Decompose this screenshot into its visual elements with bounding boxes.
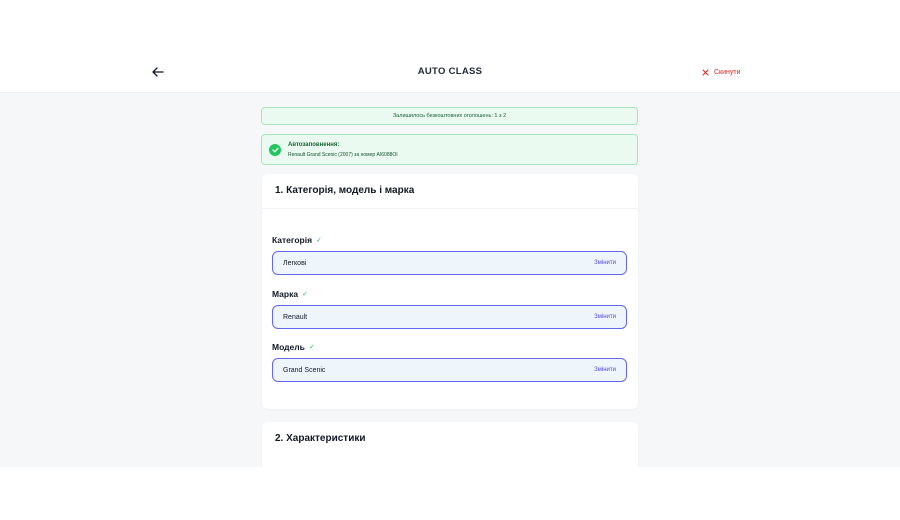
autofill-text: Renault Grand Scenic (2007) за номер AI6…: [288, 152, 398, 158]
brand-label: Марка ✓: [272, 289, 308, 299]
brand-value: Renault: [283, 314, 308, 321]
check-icon: ✓: [302, 291, 308, 298]
change-model-button[interactable]: Змінити: [594, 367, 616, 373]
change-brand-button[interactable]: Змінити: [594, 314, 616, 320]
close-icon: [702, 69, 709, 75]
reset-button[interactable]: Скинути: [702, 65, 741, 79]
top-bar: AUTO CLASS Скинути: [0, 52, 900, 93]
brand-field[interactable]: Renault Змінити: [272, 305, 627, 329]
section-header: 2. Характеристики: [262, 422, 638, 456]
free-listings-banner: Залишилось безкоштовних оголошень: 1 з 2: [261, 107, 638, 125]
model-value: Grand Scenic: [283, 367, 326, 374]
app-shell: AUTO CLASS Скинути Залишилось безкоштовн…: [0, 52, 900, 467]
section-header: 1. Категорія, модель і марка: [262, 174, 638, 209]
model-label: Модель ✓: [272, 342, 315, 352]
section-title: 2. Характеристики: [275, 433, 366, 444]
page-title: AUTO CLASS: [417, 66, 483, 77]
check-icon: ✓: [308, 344, 315, 351]
change-category-button[interactable]: Змінити: [594, 260, 616, 266]
category-label: Категорія ✓: [272, 235, 322, 245]
category-field[interactable]: Легкові Змінити: [272, 251, 627, 275]
section-title: 1. Категорія, модель і марка: [275, 185, 415, 196]
section-category-model-brand: 1. Категорія, модель і марка Категорія ✓…: [262, 174, 638, 409]
autofill-banner: Автозаповнення: Renault Grand Scenic (20…: [261, 134, 638, 165]
free-listings-text: Залишилось безкоштовних оголошень: 1 з 2: [392, 113, 507, 119]
model-field[interactable]: Grand Scenic Змінити: [272, 358, 627, 382]
reset-label: Скинути: [714, 68, 741, 76]
category-value: Легкові: [283, 260, 307, 267]
section-characteristics: 2. Характеристики: [262, 422, 638, 467]
check-circle-icon: [269, 144, 281, 156]
check-icon: ✓: [316, 237, 322, 244]
autofill-title: Автозаповнення:: [288, 142, 340, 148]
